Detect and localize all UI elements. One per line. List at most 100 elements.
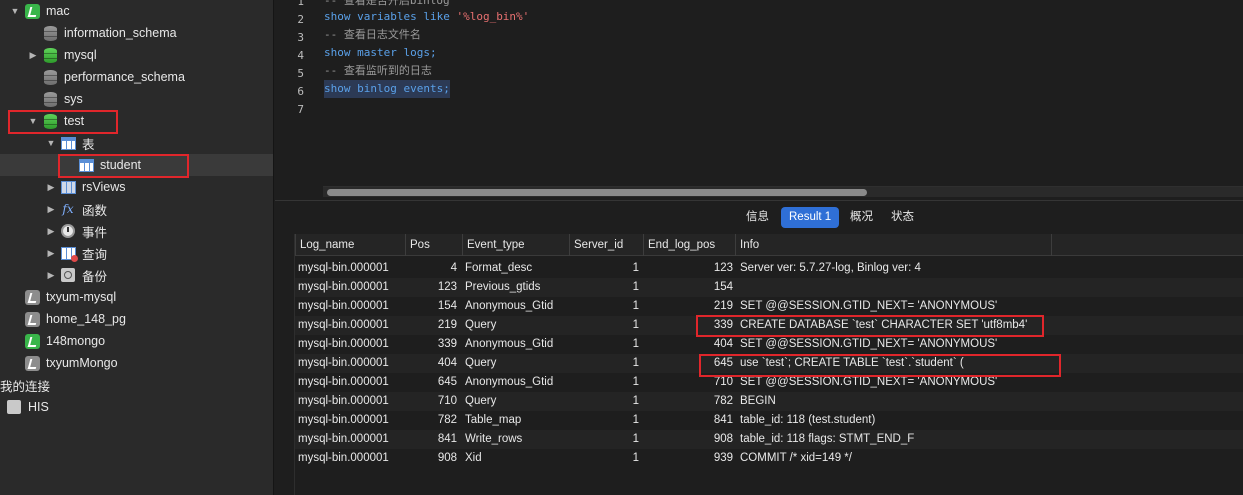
table-row[interactable]: mysql-bin.000001 710 Query 1 782 BEGIN xyxy=(295,392,1243,411)
chevron-right-icon[interactable]: ▶ xyxy=(46,182,56,193)
tree-item-mac[interactable]: ▼ mac xyxy=(0,0,273,22)
tree-item-sys[interactable]: sys xyxy=(0,88,273,110)
scrollbar-thumb[interactable] xyxy=(327,189,867,196)
result-grid: Log_name Pos Event_type Server_id End_log_po… xyxy=(275,234,1243,495)
table-row[interactable]: mysql-bin.000001 404 Query 1 645 use `test`; … xyxy=(295,354,1243,373)
tree-item-rsviews[interactable]: ▶ rsViews xyxy=(0,176,273,198)
tree-item-label: 备份 xyxy=(82,269,108,284)
connection-icon xyxy=(24,333,40,349)
tree-item-his[interactable]: HIS xyxy=(0,396,273,418)
table-row[interactable]: mysql-bin.000001 339 Anonymous_Gtid 1 404 SET… xyxy=(295,335,1243,354)
line-number: 1 xyxy=(297,0,304,8)
cell-info xyxy=(740,278,1240,297)
view-icon-glyph xyxy=(60,180,76,194)
chevron-right-icon[interactable]: ▶ xyxy=(46,226,56,237)
table-row[interactable]: mysql-bin.000001 645 Anonymous_Gtid 1 710 SET… xyxy=(295,373,1243,392)
chevron-down-icon[interactable]: ▼ xyxy=(28,116,38,126)
table-row[interactable]: mysql-bin.000001 908 Xid 1 939 COMMIT /* xid=… xyxy=(295,449,1243,468)
tree-item-[interactable]: ▶ 查询 xyxy=(0,242,273,264)
tree-item-148mongo[interactable]: 148mongo xyxy=(0,330,273,352)
chevron-down-icon[interactable]: ▼ xyxy=(46,138,56,148)
tree-item-label: mac xyxy=(46,4,70,18)
sql-editor[interactable]: 1 2 3 4 5 6 7 -- 查看是否开启binlog show variables l… xyxy=(275,0,1243,200)
database-icon-glyph xyxy=(43,25,57,41)
tab-result-1[interactable]: Result 1 xyxy=(781,207,840,228)
table-row[interactable]: mysql-bin.000001 123 Previous_gtids 1 154 xyxy=(295,278,1243,297)
database-icon-glyph xyxy=(43,91,57,107)
cell-info: table_id: 118 (test.student) xyxy=(740,414,876,426)
cell-event-type: Xid xyxy=(465,452,482,464)
tree-item-label: 函数 xyxy=(82,203,108,218)
column-header-pos[interactable]: Pos xyxy=(405,234,462,256)
connection-icon-glyph xyxy=(24,355,40,371)
tree-item-home-148-pg[interactable]: home_148_pg xyxy=(0,308,273,330)
connection-icon xyxy=(24,311,40,327)
column-header-event-type[interactable]: Event_type xyxy=(462,234,569,256)
tab-status[interactable]: 状态 xyxy=(883,207,922,228)
tree-item-[interactable]: ▼ 表 xyxy=(0,132,273,154)
cell-log-name: mysql-bin.000001 xyxy=(298,433,389,445)
column-header-server-id[interactable]: Server_id xyxy=(569,234,643,256)
code-line-5: -- 查看监听到的日志 xyxy=(324,64,432,77)
tree-item-information-schema[interactable]: information_schema xyxy=(0,22,273,44)
connection-icon xyxy=(24,3,40,19)
tree-item-performance-schema[interactable]: performance_schema xyxy=(0,66,273,88)
tree-item-[interactable]: ▶ fx 函数 xyxy=(0,198,273,220)
cell-pos: 404 xyxy=(437,357,457,369)
chevron-right-icon[interactable]: ▶ xyxy=(46,248,56,259)
tree-item-[interactable]: 我的连接 xyxy=(0,374,273,396)
cell-event-type: Query xyxy=(465,395,497,407)
event-clock-icon xyxy=(60,223,76,239)
database-icon xyxy=(42,47,58,63)
tree-item-label: test xyxy=(64,114,85,128)
code-keyword: show variables like xyxy=(324,10,457,23)
database-icon xyxy=(42,113,58,129)
cell-log-name: mysql-bin.000001 xyxy=(298,300,389,312)
his-icon-glyph xyxy=(7,400,21,414)
database-icon xyxy=(42,69,58,85)
tree-item-label: txyum-mysql xyxy=(46,290,117,304)
table-row[interactable]: mysql-bin.000001 4 Format_desc 1 123 Server v… xyxy=(295,259,1243,278)
chevron-right-icon[interactable]: ▶ xyxy=(46,270,56,281)
cell-info: SET @@SESSION.GTID_NEXT= 'ANONYMOUS' xyxy=(740,376,998,388)
tree-item-label: sys xyxy=(64,92,83,106)
cell-server-id: 1 xyxy=(632,300,639,312)
tab-overview[interactable]: 概况 xyxy=(842,207,881,228)
result-tab-bar: 信息 Result 1 概况 状态 xyxy=(275,200,1243,234)
chevron-right-icon[interactable]: ▶ xyxy=(46,204,56,215)
column-header-log-name[interactable]: Log_name xyxy=(295,234,405,256)
code-area[interactable]: -- 查看是否开启binlog show variables like '%lo… xyxy=(308,0,1243,185)
cell-server-id: 1 xyxy=(632,357,639,369)
editor-horizontal-scrollbar[interactable] xyxy=(323,186,1243,197)
chevron-right-icon[interactable]: ▶ xyxy=(28,50,38,61)
table-row[interactable]: mysql-bin.000001 154 Anonymous_Gtid 1 219 SET… xyxy=(295,297,1243,316)
table-row[interactable]: mysql-bin.000001 841 Write_rows 1 908 table_i… xyxy=(295,430,1243,449)
line-number: 2 xyxy=(297,13,304,26)
tree-item-[interactable]: ▶ 事件 xyxy=(0,220,273,242)
cell-server-id: 1 xyxy=(632,452,639,464)
chevron-down-icon[interactable]: ▼ xyxy=(10,6,20,16)
tree-item-student[interactable]: student xyxy=(0,154,273,176)
column-header-end-log-pos[interactable]: End_log_pos xyxy=(643,234,735,256)
tree-item-txyummongo[interactable]: txyumMongo xyxy=(0,352,273,374)
line-number: 6 xyxy=(297,85,304,98)
code-line-2: show variables like '%log_bin%' xyxy=(324,8,529,26)
table-row[interactable]: mysql-bin.000001 219 Query 1 339 CREATE DATAB… xyxy=(295,316,1243,335)
table-row[interactable]: mysql-bin.000001 782 Table_map 1 841 table_id… xyxy=(295,411,1243,430)
database-icon-glyph xyxy=(43,113,57,129)
cell-event-type: Table_map xyxy=(465,414,522,426)
tree-item-label: 我的连接 xyxy=(0,379,51,394)
tree-item-test[interactable]: ▼ test xyxy=(0,110,273,132)
cell-info: SET @@SESSION.GTID_NEXT= 'ANONYMOUS' xyxy=(740,338,998,350)
cell-event-type: Previous_gtids xyxy=(465,281,541,293)
tree-item-label: 事件 xyxy=(82,225,108,240)
line-number: 4 xyxy=(297,49,304,62)
cell-end-log-pos: 841 xyxy=(713,414,733,426)
tab-info[interactable]: 信息 xyxy=(738,207,777,228)
tree-item-[interactable]: ▶ 备份 xyxy=(0,264,273,286)
tree-item-mysql[interactable]: ▶ mysql xyxy=(0,44,273,66)
cell-end-log-pos: 908 xyxy=(713,433,733,445)
column-header-info[interactable]: Info xyxy=(735,234,1051,256)
tree-item-txyum-mysql[interactable]: txyum-mysql xyxy=(0,286,273,308)
line-number-gutter: 1 2 3 4 5 6 7 xyxy=(275,0,308,200)
